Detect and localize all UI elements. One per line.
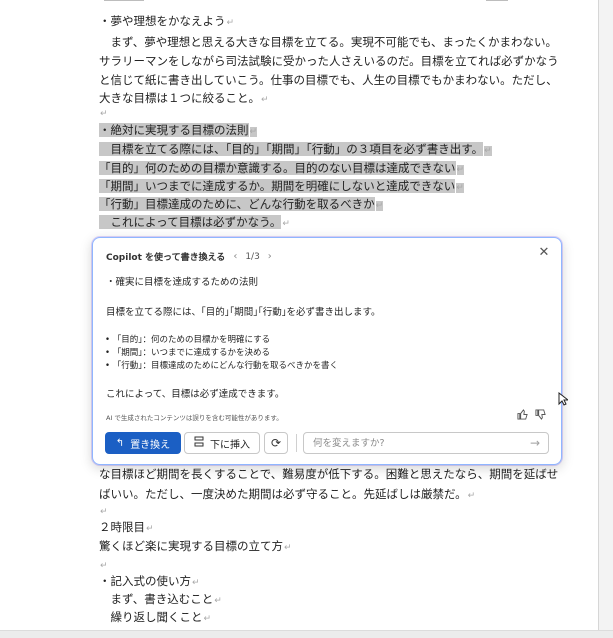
suggestion-intro: 目標を立てる際には、｢目的｣｢期間｣｢行動｣を必ず書き出します。	[106, 307, 381, 318]
doc-line[interactable]: な目標ほど期間を長くすることで、難易度が低下する。困難と思えたなら、期間を延ばせ	[99, 465, 558, 483]
chevron-right-icon[interactable]: ›	[268, 251, 272, 262]
doc-line[interactable]: ばいい。ただし、一度決めた期間は必ず守ること。先延ばしは厳禁だ。↵	[99, 485, 475, 505]
paragraph-mark: ↵	[192, 578, 200, 588]
paragraph-mark: ↵	[261, 95, 269, 105]
thumbs-up-icon[interactable]	[516, 409, 528, 421]
refresh-icon[interactable]: ⟳	[264, 432, 288, 454]
copilot-title: Copilot を使って書き換える	[106, 253, 226, 263]
paragraph-mark: ↵	[375, 201, 384, 211]
selected-line[interactable]: 「期間」いつまでに達成するか。期間を明確にしないと達成できない↵	[99, 177, 464, 197]
doc-line[interactable]: 驚くほど楽に実現する目標の立て方↵	[99, 537, 292, 557]
insert-below-icon	[194, 436, 204, 450]
paragraph-mark: ↵	[282, 219, 290, 229]
doc-line[interactable]: ・夢や理想をかなえよう↵	[99, 12, 234, 32]
change-request-input[interactable]	[303, 432, 549, 454]
list-item: ｢目的｣：何のための目標かを明確にする	[105, 334, 338, 347]
replace-button[interactable]: ↰ 置き換え	[105, 432, 181, 454]
selected-line[interactable]: これによって目標は必ずかなう。↵	[99, 213, 290, 233]
send-arrow-icon[interactable]: →	[530, 436, 540, 450]
suggestion-heading: ・確実に目標を達成するための法則	[106, 277, 259, 288]
list-item: ｢行動｣：目標達成のためにどんな行動を取るべきかを書く	[105, 360, 338, 373]
paragraph-mark: ↵	[456, 165, 465, 175]
selected-line[interactable]: ・絶対に実現する目標の法則↵	[99, 121, 258, 141]
ai-disclaimer: AI で生成されたコンテンツは誤りを含む可能性があります。	[106, 414, 283, 422]
doc-line[interactable]: サラリーマンをしながら司法試験に受かった人さえいるのだ。目標を立てれば必ずかなう	[99, 52, 559, 70]
paragraph-mark: ↵	[214, 596, 222, 606]
copilot-header: Copilot を使って書き換える ‹ 1/3 ›	[106, 250, 272, 263]
paragraph-mark: ↵	[467, 491, 476, 501]
divider	[296, 434, 297, 452]
selected-line[interactable]: 「行動」目標達成のために、どんな行動を取るべきか↵	[99, 195, 384, 215]
close-icon[interactable]: ✕	[537, 246, 551, 260]
list-item: ｢期間｣：いつまでに達成するかを決める	[105, 347, 338, 360]
doc-line[interactable]: 繰り返し聞くこと↵	[99, 608, 211, 628]
copilot-rewrite-panel: Copilot を使って書き換える ‹ 1/3 › ✕ ・確実に目標を達成するた…	[92, 237, 562, 465]
paragraph-mark: ↵	[100, 507, 108, 517]
doc-line[interactable]: 大きな目標は１つに絞ること。↵	[99, 89, 269, 109]
suggestion-bullet-list: ｢目的｣：何のための目標かを明確にする ｢期間｣：いつまでに達成するかを決める …	[105, 334, 338, 373]
previous-line-fragment	[486, 0, 508, 1]
paragraph-mark: ↵	[203, 614, 212, 624]
paragraph-mark: ↵	[456, 183, 464, 193]
doc-line[interactable]: まず、書き込むこと↵	[99, 590, 222, 610]
suggestion-counter: 1/3	[245, 251, 260, 262]
mouse-pointer-icon	[558, 391, 570, 410]
paragraph-mark: ↵	[249, 127, 258, 137]
paragraph-mark: ↵	[284, 543, 292, 553]
vertical-scrollbar[interactable]	[600, 0, 613, 630]
insert-below-label: 下に挿入	[210, 439, 250, 451]
doc-line[interactable]: と信じて紙に書き出していこう。仕事の目標でも、人生の目標でもかまわない。ただし、	[99, 71, 558, 89]
doc-line[interactable]: ・記入式の使い方↵	[99, 572, 200, 592]
replace-arrow-icon: ↰	[115, 437, 125, 449]
suggestion-conclusion: これによって、目標は必ず達成できます。	[106, 389, 285, 400]
insert-below-button[interactable]: 下に挿入	[184, 432, 260, 454]
previous-line-fragment	[104, 0, 144, 1]
paragraph-mark: ↵	[226, 18, 235, 28]
selected-line[interactable]: 目標を立てる際には、「目的」「期間」「行動」の３項目を必ず書き出す。↵	[99, 140, 492, 160]
selected-line[interactable]: 「目的」何のための目標か意識する。目的のない目標は達成できない↵	[99, 159, 465, 179]
doc-line[interactable]: まず、夢や理想と思える大きな目標を立てる。実現不可能でも、まったくかまわない。	[99, 33, 557, 51]
paragraph-mark: ↵	[100, 561, 108, 571]
chevron-left-icon[interactable]: ‹	[233, 251, 237, 262]
doc-line[interactable]: ２時限目↵	[99, 518, 154, 538]
replace-button-label: 置き換え	[130, 439, 171, 451]
paragraph-mark: ↵	[484, 146, 492, 156]
paragraph-mark: ↵	[100, 109, 108, 119]
thumbs-down-icon[interactable]	[534, 409, 546, 421]
doc-line[interactable]: ↵	[99, 103, 108, 123]
paragraph-mark: ↵	[146, 524, 154, 534]
